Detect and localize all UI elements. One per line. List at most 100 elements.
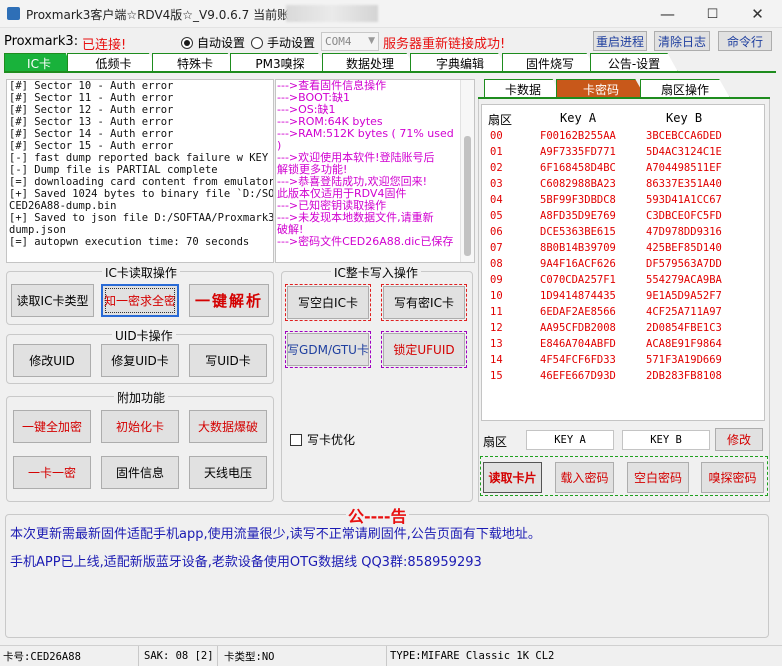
- status-card-id: 卡号:CED26A88: [3, 650, 81, 663]
- table-row[interactable]: 01 A9F7335FD771 5D4AC3124C1E: [482, 145, 764, 161]
- radio-auto[interactable]: 自动设置: [181, 34, 245, 51]
- key-b-cell: 554279ACA9BA: [646, 274, 722, 286]
- init-card-button[interactable]: 初始化卡: [101, 410, 179, 443]
- sector-cell: 14: [490, 354, 503, 366]
- status-sak: SAK: 08 [2]: [144, 650, 214, 662]
- key-b-cell: DF579563A7DD: [646, 258, 722, 270]
- table-row[interactable]: 10 1D9414874435 9E1A5D9A52F7: [482, 289, 764, 305]
- tab-firmware[interactable]: 固件烧写: [502, 53, 598, 72]
- log-line: dump.json: [9, 224, 66, 236]
- table-row[interactable]: 15 46EFE667D93D 2DB283FB8108: [482, 369, 764, 385]
- key-a-cell: 5BF99F3DBDC8: [540, 194, 616, 206]
- load-keys-button[interactable]: 载入密码: [555, 462, 614, 493]
- big-data-crack-button[interactable]: 大数据爆破: [189, 410, 267, 443]
- firmware-info-button[interactable]: 固件信息: [101, 456, 179, 489]
- radio-dot-auto: [181, 36, 193, 49]
- table-row[interactable]: 00 F00162B255AA 3BCEBCCA6DED: [482, 129, 764, 145]
- modify-key-button[interactable]: 修改: [715, 428, 763, 451]
- write-keyed-button[interactable]: 写有密IC卡: [381, 284, 467, 321]
- sector-cell: 08: [490, 258, 503, 270]
- key-b-cell: 593D41A1CC67: [646, 194, 722, 206]
- key-b-field[interactable]: KEY B: [622, 430, 710, 450]
- table-row[interactable]: 12 AA95CFDB2008 2D0854FBE1C3: [482, 321, 764, 337]
- tab-lf[interactable]: 低频卡: [67, 53, 160, 72]
- message-scrollbar[interactable]: [460, 80, 474, 262]
- radio-manual[interactable]: 手动设置: [251, 34, 315, 51]
- table-row[interactable]: 07 8B0B14B39709 425BEF85D140: [482, 241, 764, 257]
- radio-auto-label: 自动设置: [197, 36, 246, 50]
- restart-button[interactable]: 重启进程: [593, 31, 647, 51]
- key-a-field[interactable]: KEY A: [526, 430, 614, 450]
- table-row[interactable]: 09 C070CDA257F1 554279ACA9BA: [482, 273, 764, 289]
- key-table[interactable]: 扇区 Key A Key B 00 F00162B255AA 3BCEBCCA6DE…: [481, 104, 765, 421]
- scroll-thumb[interactable]: [464, 136, 471, 256]
- close-button[interactable]: ✕: [735, 0, 780, 28]
- com-port-value: COM4: [325, 35, 352, 48]
- key-a-cell: 6EDAF2AE8566: [540, 306, 616, 318]
- key-a-cell: 9A4F16ACF626: [540, 258, 616, 270]
- encrypt-all-button[interactable]: 一键全加密: [13, 410, 91, 443]
- tab-sniff[interactable]: PM3嗅探: [230, 53, 330, 72]
- cmd-button[interactable]: 命令行: [718, 31, 772, 51]
- clear-log-button[interactable]: 清除日志: [654, 31, 710, 51]
- key-a-cell: 8B0B14B39709: [540, 242, 616, 254]
- write-gdm-button[interactable]: 写GDM/GTU卡: [285, 331, 371, 368]
- write-blank-button[interactable]: 写空白IC卡: [285, 284, 371, 321]
- table-row[interactable]: 11 6EDAF2AE8566 4CF25A711A97: [482, 305, 764, 321]
- tab-card-data[interactable]: 卡数据: [484, 79, 562, 98]
- window-title: Proxmark3客户端☆RDV4版☆_V9.0.6.7 当前账号:: [26, 8, 306, 22]
- write-title: IC整卡写入操作: [331, 264, 421, 281]
- blank-keys-button[interactable]: 空白密码: [627, 462, 689, 493]
- tab-ic[interactable]: IC卡: [4, 53, 74, 72]
- write-uid-button[interactable]: 写UID卡: [189, 344, 267, 377]
- lock-ufuid-button[interactable]: 锁定UFUID: [381, 331, 467, 368]
- tab-dict[interactable]: 字典编辑: [410, 53, 510, 72]
- log-line: CED26A88-dump.bin: [9, 200, 117, 212]
- table-row[interactable]: 13 E846A704ABFD ACA8E91F9864: [482, 337, 764, 353]
- log-output[interactable]: [#] Sector 10 - Auth error [#] Sector 11…: [6, 79, 274, 263]
- table-row[interactable]: 14 4F54FCF6FD33 571F3A19D669: [482, 353, 764, 369]
- status-type: TYPE:MIFARE Classic 1K CL2: [390, 650, 555, 662]
- one-click-parse-button[interactable]: 一键解析: [189, 284, 269, 317]
- log-line: [#] Sector 14 - Auth error: [9, 128, 174, 140]
- maximize-button[interactable]: ☐: [690, 0, 735, 28]
- message-line: --->密码文件CED26A88.dic已保存: [277, 235, 454, 248]
- repair-uid-button[interactable]: 修复UID卡: [101, 344, 179, 377]
- log-line: [#] Sector 10 - Auth error: [9, 80, 174, 92]
- key-b-cell: 2DB283FB8108: [646, 370, 722, 382]
- key-a-cell: A9F7335FD771: [540, 146, 616, 158]
- table-row[interactable]: 06 DCE5363BE615 47D978DD9316: [482, 225, 764, 241]
- table-row[interactable]: 05 A8FD35D9E769 C3DBCEOFC5FD: [482, 209, 764, 225]
- tab-sector-ops[interactable]: 扇区操作: [640, 79, 730, 98]
- log-line: [=] downloading card content from emulat…: [9, 176, 274, 188]
- tab-notice[interactable]: 公告-设置: [590, 53, 678, 72]
- table-row[interactable]: 08 9A4F16ACF626 DF579563A7DD: [482, 257, 764, 273]
- tab-special[interactable]: 特殊卡: [152, 53, 238, 72]
- tab-data[interactable]: 数据处理: [322, 53, 418, 72]
- app-icon: [7, 7, 20, 20]
- minimize-button[interactable]: —: [645, 0, 690, 28]
- message-output[interactable]: --->查看固件信息操作 --->BOOT:缺1 --->OS:缺1 --->R…: [275, 79, 475, 263]
- sector-cell: 12: [490, 322, 503, 334]
- one-card-one-key-button[interactable]: 一卡一密: [13, 456, 91, 489]
- known-key-button[interactable]: 知一密求全密: [101, 284, 179, 317]
- table-row[interactable]: 03 C6082988BA23 86337E351A40: [482, 177, 764, 193]
- modify-uid-button[interactable]: 修改UID: [13, 344, 91, 377]
- sector-cell: 02: [490, 162, 503, 174]
- read-card-button[interactable]: 读取卡片: [483, 462, 542, 493]
- com-port-select[interactable]: COM4 ▼: [321, 32, 379, 51]
- read-ic-type-button[interactable]: 读取IC卡类型: [11, 284, 94, 317]
- key-a-cell: A8FD35D9E769: [540, 210, 616, 222]
- table-row[interactable]: 04 5BF99F3DBDC8 593D41A1CC67: [482, 193, 764, 209]
- write-optimize-checkbox[interactable]: 写卡优化: [290, 431, 355, 448]
- sector-cell: 10: [490, 290, 503, 302]
- status-separator: [138, 646, 139, 666]
- sniff-keys-button[interactable]: 嗅探密码: [701, 462, 764, 493]
- account-redacted: [286, 5, 378, 22]
- table-row[interactable]: 02 6F168458D4BC A704498511EF: [482, 161, 764, 177]
- key-b-cell: 3BCEBCCA6DED: [646, 130, 722, 142]
- antenna-voltage-button[interactable]: 天线电压: [189, 456, 267, 489]
- tab-card-keys[interactable]: 卡密码: [556, 79, 646, 98]
- key-a-cell: E846A704ABFD: [540, 338, 616, 350]
- write-optimize-label: 写卡优化: [307, 433, 356, 447]
